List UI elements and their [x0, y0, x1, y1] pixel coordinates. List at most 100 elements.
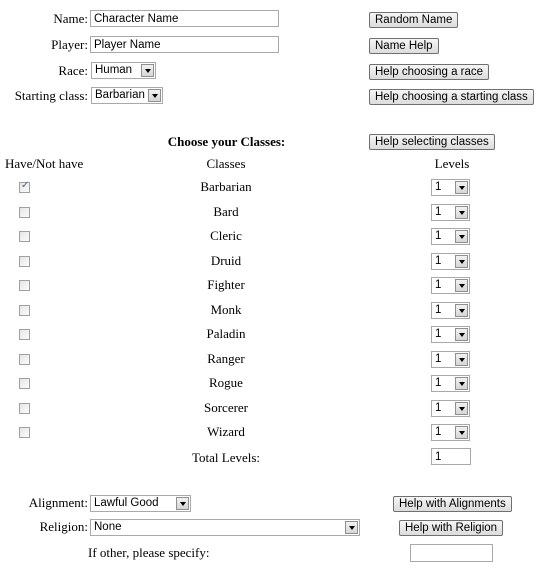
class-name: Wizard: [207, 424, 245, 439]
class-level-select[interactable]: 1: [431, 179, 470, 196]
class-row: Fighter 1: [0, 276, 541, 294]
class-level-value: 1: [435, 426, 442, 438]
col-header-levels: Levels: [434, 156, 470, 171]
class-level-select[interactable]: 1: [431, 326, 470, 343]
name-help-button[interactable]: Name Help: [369, 38, 439, 54]
race-help-button[interactable]: Help choosing a race: [369, 64, 490, 80]
class-checkbox[interactable]: [19, 427, 30, 438]
class-name: Sorcerer: [203, 400, 249, 415]
chevron-down-icon[interactable]: [455, 426, 468, 439]
race-value: Human: [95, 64, 133, 76]
class-level-select[interactable]: 1: [431, 228, 470, 245]
religion-label: Religion:: [39, 519, 88, 534]
class-level-value: 1: [435, 402, 442, 414]
class-row: Bard 1: [0, 203, 541, 221]
class-row: Paladin 1: [0, 325, 541, 343]
col-header-have: Have/Not have: [5, 156, 84, 171]
class-level-select[interactable]: 1: [431, 253, 470, 270]
random-name-button[interactable]: Random Name: [369, 12, 459, 28]
class-level-value: 1: [435, 279, 442, 291]
class-checkbox[interactable]: [19, 329, 30, 340]
class-level-value: 1: [435, 353, 442, 365]
starting-class-value: Barbarian: [95, 89, 145, 101]
class-row: Druid 1: [0, 252, 541, 270]
chevron-down-icon[interactable]: [148, 89, 161, 102]
religion-help-button[interactable]: Help with Religion: [399, 520, 504, 536]
other-religion-label: If other, please specify:: [88, 545, 210, 560]
class-name: Druid: [210, 253, 242, 268]
class-level-select[interactable]: 1: [431, 204, 470, 221]
classes-heading: Choose your Classes:: [167, 134, 286, 149]
player-input[interactable]: Player Name: [90, 36, 279, 53]
class-level-select[interactable]: 1: [431, 400, 470, 417]
class-row: Wizard 1: [0, 423, 541, 441]
class-row: Cleric 1: [0, 227, 541, 245]
class-name: Rogue: [209, 375, 243, 390]
alignment-select[interactable]: Lawful Good: [90, 495, 191, 512]
chevron-down-icon[interactable]: [141, 64, 154, 77]
chevron-down-icon[interactable]: [455, 181, 468, 194]
chevron-down-icon[interactable]: [455, 230, 468, 243]
class-level-select[interactable]: 1: [431, 375, 470, 392]
race-label: Race:: [58, 63, 88, 78]
class-checkbox[interactable]: [19, 231, 30, 242]
class-name: Monk: [210, 302, 242, 317]
class-name: Bard: [213, 204, 239, 219]
chevron-down-icon[interactable]: [455, 353, 468, 366]
class-checkbox[interactable]: [19, 403, 30, 414]
class-row: Monk 1: [0, 301, 541, 319]
chevron-down-icon[interactable]: [455, 255, 468, 268]
class-checkbox[interactable]: [19, 378, 30, 389]
class-level-value: 1: [435, 181, 442, 193]
class-name: Barbarian: [200, 179, 252, 194]
total-levels-input[interactable]: 1: [431, 448, 471, 465]
class-checkbox[interactable]: [19, 180, 30, 193]
chevron-down-icon[interactable]: [455, 279, 468, 292]
class-name: Ranger: [207, 351, 245, 366]
class-name: Fighter: [207, 277, 245, 292]
class-level-select[interactable]: 1: [431, 277, 470, 294]
classes-help-button[interactable]: Help selecting classes: [369, 134, 495, 150]
col-header-classes: Classes: [206, 156, 246, 171]
class-checkbox[interactable]: [19, 256, 30, 267]
chevron-down-icon[interactable]: [455, 377, 468, 390]
class-checkbox[interactable]: [19, 305, 30, 316]
class-level-select[interactable]: 1: [431, 351, 470, 368]
alignment-label: Alignment:: [28, 495, 88, 510]
starting-class-select[interactable]: Barbarian: [91, 87, 163, 104]
starting-class-help-button[interactable]: Help choosing a starting class: [369, 89, 534, 105]
name-input[interactable]: Character Name: [90, 10, 279, 27]
class-level-select[interactable]: 1: [431, 302, 470, 319]
chevron-down-icon[interactable]: [455, 206, 468, 219]
name-label: Name:: [53, 11, 88, 26]
class-level-value: 1: [435, 328, 442, 340]
class-name: Cleric: [210, 228, 242, 243]
class-checkbox[interactable]: [19, 354, 30, 365]
class-row: Ranger 1: [0, 350, 541, 368]
class-level-value: 1: [435, 304, 442, 316]
other-religion-input[interactable]: [410, 544, 493, 562]
religion-value: None: [94, 521, 122, 533]
chevron-down-icon[interactable]: [345, 521, 358, 534]
chevron-down-icon[interactable]: [455, 328, 468, 341]
class-level-value: 1: [435, 255, 442, 267]
class-checkbox[interactable]: [19, 280, 30, 291]
starting-class-label: Starting class:: [14, 88, 88, 103]
chevron-down-icon[interactable]: [455, 402, 468, 415]
class-level-value: 1: [435, 230, 442, 242]
alignment-help-button[interactable]: Help with Alignments: [393, 496, 512, 512]
class-checkbox[interactable]: [19, 207, 30, 218]
alignment-value: Lawful Good: [94, 497, 159, 509]
class-name: Paladin: [206, 326, 246, 341]
class-row: Rogue 1: [0, 374, 541, 392]
total-levels-label: Total Levels:: [192, 450, 261, 465]
class-level-value: 1: [435, 206, 442, 218]
race-select[interactable]: Human: [91, 62, 156, 79]
religion-select[interactable]: None: [90, 519, 360, 536]
class-row: Barbarian 1: [0, 178, 541, 196]
class-level-value: 1: [435, 377, 442, 389]
chevron-down-icon[interactable]: [455, 304, 468, 317]
chevron-down-icon[interactable]: [176, 497, 189, 510]
player-label: Player:: [51, 37, 88, 52]
class-level-select[interactable]: 1: [431, 424, 470, 441]
